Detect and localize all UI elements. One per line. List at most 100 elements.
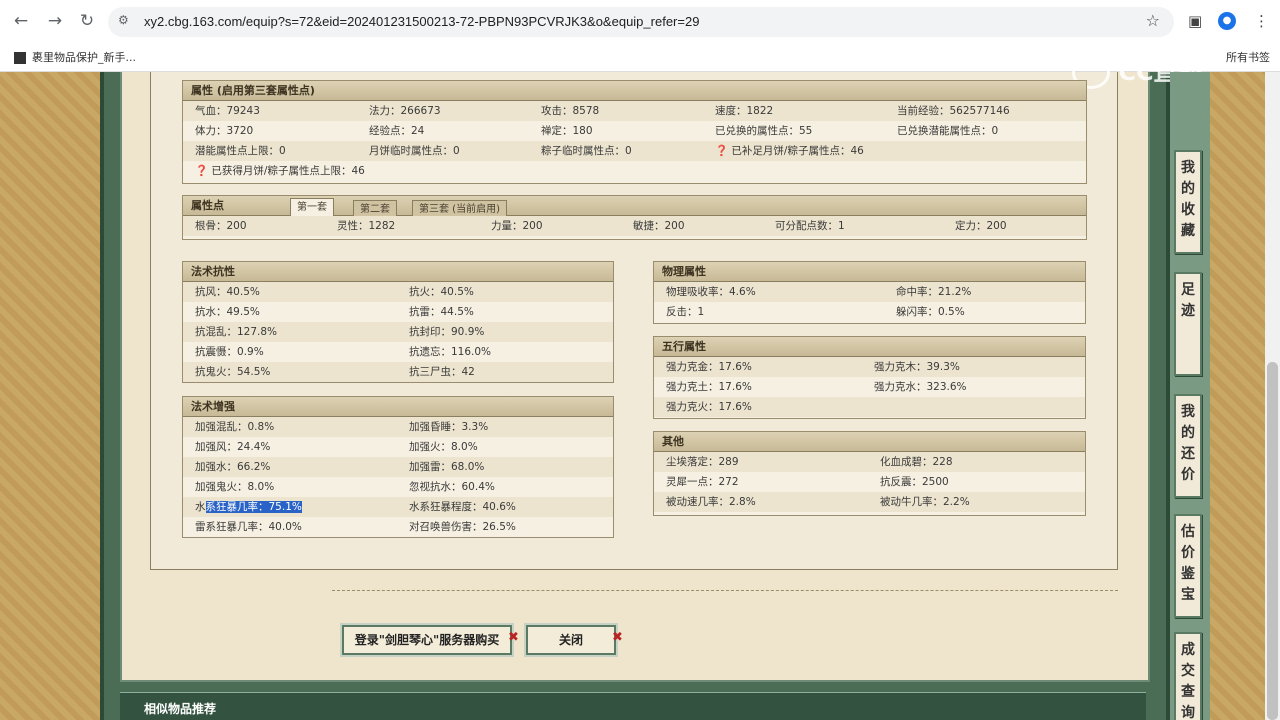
other-panel: 其他 尘埃落定：289 化血成碧：228 灵犀一点：272 抗反震：2500 被动速几率… <box>653 431 1086 516</box>
sidebar-icon[interactable]: ▣ <box>1188 12 1202 30</box>
points-value: 灵性：1282 <box>337 220 396 232</box>
bookmark-label: 裹里物品保护_新手... <box>32 51 136 64</box>
attrs-value: 攻击：8578 <box>541 105 600 117</box>
cc-live-watermark: CC直播 <box>1072 52 1242 89</box>
resist-value: 抗雷：44.5% <box>409 306 474 318</box>
attributes-panel: 属性 (启用第三套属性点) 气血：79243 法力：266673 攻击：8578 速度… <box>182 80 1087 184</box>
points-value: 定力：200 <box>955 220 1007 232</box>
site-settings-icon[interactable]: ⚙ <box>118 13 129 27</box>
wuxing-value: 强力克土：17.6% <box>666 381 752 393</box>
enhance-row: 加强鬼火：8.0% 忽视抗水：60.4% <box>183 477 613 497</box>
attrs-value: 当前经验：562577146 <box>897 105 1010 117</box>
bookmark-item[interactable]: 裹里物品保护_新手... <box>14 49 136 65</box>
resistance-panel: 法术抗性 抗风：40.5% 抗火：40.5% 抗水：49.5% 抗雷：44.5% 抗混乱… <box>182 261 614 383</box>
side-tab-my-bargain[interactable]: 我的还价 <box>1174 394 1202 498</box>
resist-row: 抗混乱：127.8% 抗封印：90.9% <box>183 322 613 342</box>
tab-set-1[interactable]: 第一套 <box>290 198 334 218</box>
enhance-value: 加强鬼火：8.0% <box>195 481 275 493</box>
physical-value: 反击：1 <box>666 306 705 318</box>
enhance-row: 加强混乱：0.8% 加强昏睡：3.3% <box>183 417 613 437</box>
resist-value: 抗遗忘：116.0% <box>409 346 492 358</box>
wuxing-value: 强力克金：17.6% <box>666 361 752 373</box>
side-tab-appraisal[interactable]: 估价鉴宝 <box>1174 514 1202 618</box>
attrs-row: 潜能属性点上限：0 月饼临时属性点：0 粽子临时属性点：0 ❓ 已补足月饼/粽子属性点… <box>183 141 1086 161</box>
enhance-value: 忽视抗水：60.4% <box>409 481 495 493</box>
other-row: 被动速几率：2.8% 被动牛几率：2.2% <box>654 492 1085 512</box>
url-text[interactable]: xy2.cbg.163.com/equip?s=72&eid=202401231… <box>144 14 699 29</box>
login-buy-button[interactable]: 登录"剑胆琴心"服务器购买 <box>342 625 512 655</box>
back-icon[interactable]: ← <box>8 8 34 34</box>
close-button[interactable]: 关闭 <box>526 625 616 655</box>
resist-value: 抗水：49.5% <box>195 306 260 318</box>
close-x-icon: ✖ <box>508 630 519 645</box>
other-row: 灵犀一点：272 抗反震：2500 <box>654 472 1085 492</box>
bookmark-star-icon[interactable]: ☆ <box>1146 11 1160 30</box>
resist-row: 抗风：40.5% 抗火：40.5% <box>183 282 613 302</box>
points-value: 可分配点数：1 <box>775 220 845 232</box>
resist-row: 抗鬼火：54.5% 抗三尸虫：42 <box>183 362 613 382</box>
attrs-value: 已兑换潜能属性点：0 <box>897 125 999 137</box>
physical-value: 躲闪率：0.5% <box>896 306 965 318</box>
enhance-row: 雷系狂暴几率：40.0% 对召唤兽伤害：26.5% <box>183 517 613 537</box>
enhance-value: 水系狂暴几率：75.1% <box>195 501 302 513</box>
other-row: 尘埃落定：289 化血成碧：228 <box>654 452 1085 472</box>
attrs-value: 法力：266673 <box>369 105 441 117</box>
attrs-value: 已兑换的属性点：55 <box>715 125 813 137</box>
attrs-row: 气血：79243 法力：266673 攻击：8578 速度：1822 当前经验：5625… <box>183 101 1086 121</box>
resist-row: 抗水：49.5% 抗雷：44.5% <box>183 302 613 322</box>
attributes-title: 属性 (启用第三套属性点) <box>183 81 1086 101</box>
enhance-value: 对召唤兽伤害：26.5% <box>409 521 516 533</box>
attrs-row: ❓ 已获得月饼/粽子属性点上限：46 <box>183 161 1086 181</box>
divider <box>332 590 1118 591</box>
side-tab-label: 成交查询 <box>1181 642 1195 720</box>
enhance-title: 法术增强 <box>183 397 613 417</box>
resist-value: 抗混乱：127.8% <box>195 326 278 338</box>
attrs-row: 体力：3720 经验点：24 禅定：180 已兑换的属性点：55 已兑换潜能属性点：0 <box>183 121 1086 141</box>
attrs-value: 潜能属性点上限：0 <box>195 145 286 157</box>
attrs-value: 粽子临时属性点：0 <box>541 145 632 157</box>
similar-items-header: 相似物品推荐 <box>120 692 1146 720</box>
other-value: 化血成碧：228 <box>880 456 953 468</box>
enhance-value: 雷系狂暴几率：40.0% <box>195 521 302 533</box>
enhance-value: 加强昏睡：3.3% <box>409 421 489 433</box>
attrs-value: 经验点：24 <box>369 125 425 137</box>
other-value: 抗反震：2500 <box>880 476 949 488</box>
close-x-icon: ✖ <box>612 630 623 645</box>
physical-title: 物理属性 <box>654 262 1085 282</box>
points-value: 根骨：200 <box>195 220 247 232</box>
physical-row: 反击：1 躲闪率：0.5% <box>654 302 1085 322</box>
attrs-value: 速度：1822 <box>715 105 774 117</box>
reload-icon[interactable]: ↻ <box>74 8 100 34</box>
resist-row: 抗震慑：0.9% 抗遗忘：116.0% <box>183 342 613 362</box>
side-tab-label: 我的还价 <box>1181 404 1195 483</box>
points-row: 根骨：200 灵性：1282 力量：200 敏捷：200 可分配点数：1 定力：… <box>183 216 1086 236</box>
address-bar[interactable]: ⚙ xy2.cbg.163.com/equip?s=72&eid=2024012… <box>108 7 1174 37</box>
scrollbar-thumb[interactable] <box>1267 362 1278 720</box>
profile-avatar[interactable]: ● <box>1218 12 1236 30</box>
enhance-value: 水系狂暴程度：40.6% <box>409 501 516 513</box>
enhance-panel: 法术增强 加强混乱：0.8% 加强昏睡：3.3% 加强风：24.4% 加强火：8.0%… <box>182 396 614 538</box>
wuxing-value: 强力克火：17.6% <box>666 401 752 413</box>
wuxing-row: 强力克火：17.6% <box>654 397 1085 417</box>
attrs-value: 体力：3720 <box>195 125 254 137</box>
side-tab-history[interactable]: 足迹 <box>1174 272 1202 376</box>
attrs-value: 月饼临时属性点：0 <box>369 145 460 157</box>
side-tab-label: 估价鉴宝 <box>1181 524 1195 603</box>
resist-value: 抗火：40.5% <box>409 286 474 298</box>
enhance-value: 加强风：24.4% <box>195 441 271 453</box>
side-tab-label: 我的收藏 <box>1181 160 1195 239</box>
side-tab-favorites[interactable]: 我的收藏 <box>1174 150 1202 254</box>
resist-value: 抗风：40.5% <box>195 286 260 298</box>
enhance-value: 加强火：8.0% <box>409 441 478 453</box>
bookmark-favicon-icon <box>14 52 26 64</box>
forward-icon[interactable]: → <box>42 8 68 34</box>
enhance-value: 加强混乱：0.8% <box>195 421 275 433</box>
side-tab-deal-query[interactable]: 成交查询 <box>1174 632 1202 720</box>
other-value: 被动牛几率：2.2% <box>880 496 970 508</box>
menu-icon[interactable]: ⋮ <box>1254 12 1269 30</box>
resist-value: 抗震慑：0.9% <box>195 346 264 358</box>
resist-value: 抗封印：90.9% <box>409 326 485 338</box>
other-value: 被动速几率：2.8% <box>666 496 756 508</box>
points-value: 敏捷：200 <box>633 220 685 232</box>
wuxing-panel: 五行属性 强力克金：17.6% 强力克木：39.3% 强力克土：17.6% 强力克水：… <box>653 336 1086 419</box>
